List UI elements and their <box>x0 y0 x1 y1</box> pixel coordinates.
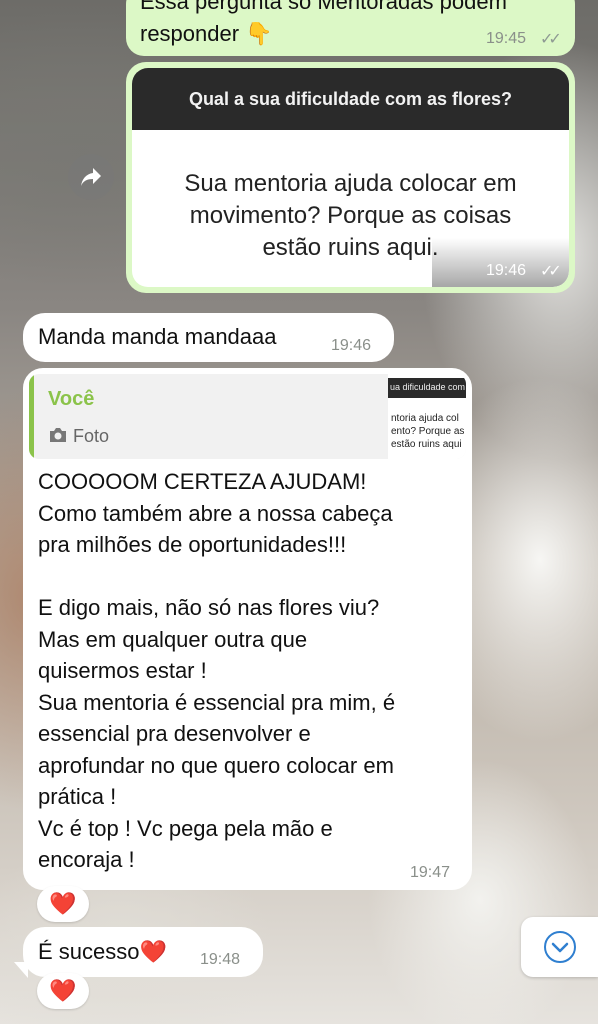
message-incoming[interactable]: Manda manda mandaaa 19:46 <box>23 313 394 362</box>
message-time: 19:46 <box>331 337 372 354</box>
message-time: 19:48 <box>200 951 241 968</box>
message-time: 19:46 <box>486 262 527 279</box>
message-incoming-reply[interactable]: Você Foto ua dificuldade com a ntoria aj… <box>23 368 472 890</box>
reaction-badge[interactable]: ❤️ <box>37 973 89 1009</box>
bubble-tail <box>14 962 28 978</box>
quote-thumbnail: ua dificuldade com a ntoria ajuda col en… <box>388 374 466 459</box>
message-text: Manda manda mandaaa <box>38 324 277 349</box>
quote-type: Foto <box>73 426 110 446</box>
camera-icon <box>48 427 68 448</box>
image-header-text: Qual a sua dificuldade com as flores? <box>188 88 513 109</box>
reaction-badge[interactable]: ❤️ <box>37 886 89 922</box>
image-header-bar: Qual a sua dificuldade com as flores? <box>132 68 569 130</box>
thumb-body-text: ntoria ajuda col ento? Porque as estão r… <box>391 413 465 450</box>
chevron-down-icon <box>543 931 576 963</box>
scroll-to-bottom-button[interactable] <box>521 917 598 977</box>
message-incoming[interactable]: É sucesso❤️ 19:48 <box>23 927 263 977</box>
thumb-header-text: ua dificuldade com a <box>390 382 466 392</box>
double-check-icon: ✓✓ <box>540 31 562 48</box>
forward-arrow-icon[interactable] <box>68 154 114 200</box>
image-message-outgoing[interactable]: Qual a sua dificuldade com as flores? Su… <box>126 62 575 293</box>
thumb-header-bar: ua dificuldade com a <box>388 378 466 398</box>
quoted-message[interactable]: Você Foto ua dificuldade com a ntoria aj… <box>29 374 466 459</box>
heart-icon: ❤️ <box>49 978 77 1003</box>
double-check-icon: ✓✓ <box>540 263 562 280</box>
image-attachment[interactable]: Qual a sua dificuldade com as flores? Su… <box>132 68 569 287</box>
quote-bar <box>29 374 34 459</box>
message-text: COOOOOM CERTEZA AJUDAM! Como também abre… <box>38 469 396 872</box>
message-time: 19:47 <box>410 864 451 881</box>
quote-author: Você <box>48 388 95 410</box>
message-text: É sucesso❤️ <box>38 939 167 964</box>
heart-icon: ❤️ <box>49 891 77 916</box>
message-outgoing[interactable]: Essa pergunta só Mentoradas podem respon… <box>126 0 575 56</box>
message-time: 19:45 <box>486 30 527 47</box>
